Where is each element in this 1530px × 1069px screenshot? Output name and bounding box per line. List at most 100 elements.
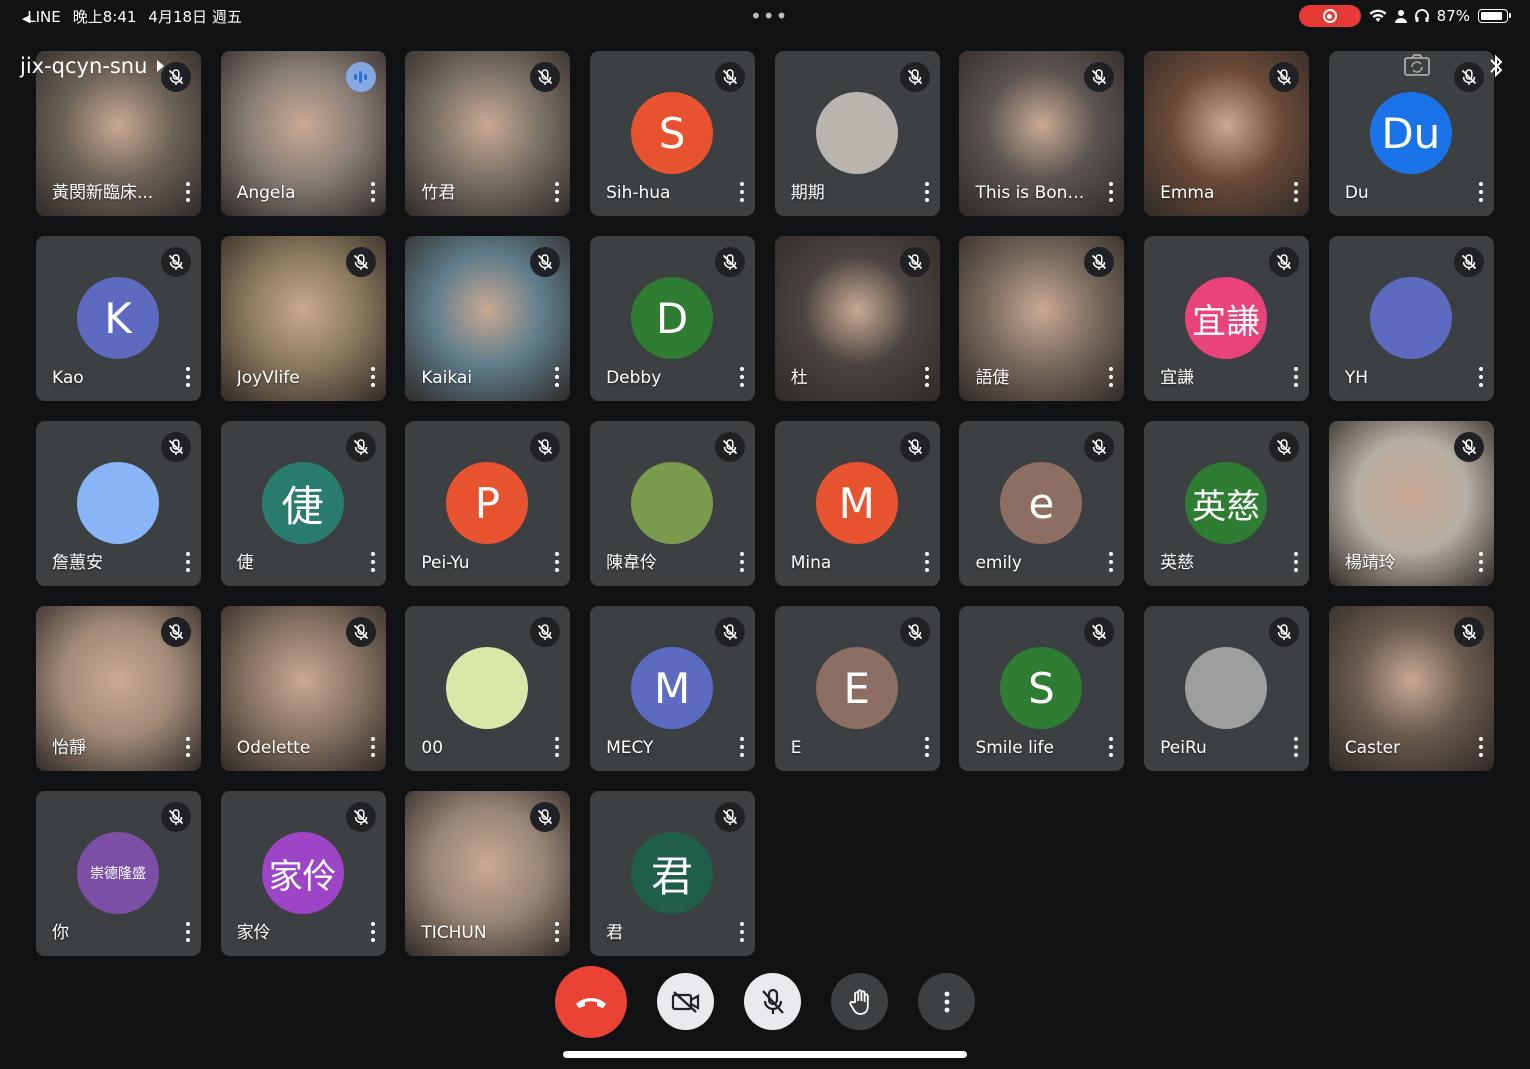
participant-tile[interactable]: 陳韋伶 (590, 421, 756, 586)
participant-tile[interactable]: 00 (405, 606, 571, 771)
participant-options-icon[interactable] (370, 922, 376, 942)
participant-tile[interactable]: 怡靜 (36, 606, 201, 771)
participant-options-icon[interactable] (1293, 367, 1299, 387)
participant-tile[interactable]: M MECY (590, 606, 756, 771)
participant-tile[interactable]: P Pei-Yu (405, 421, 571, 586)
participant-options-icon[interactable] (1478, 182, 1484, 202)
participant-tile[interactable]: TICHUN (405, 791, 571, 956)
participant-tile[interactable]: YH (1328, 236, 1494, 401)
participant-name: YH (1344, 368, 1368, 388)
participant-options-icon[interactable] (739, 737, 745, 757)
participant-options-icon[interactable] (1108, 182, 1114, 202)
participant-options-icon[interactable] (1293, 737, 1299, 757)
mic-off-icon (353, 624, 368, 640)
participant-name: MECY (606, 738, 654, 758)
participant-tile[interactable]: S Smile life (959, 606, 1125, 771)
participant-options-icon[interactable] (554, 367, 560, 387)
participant-options-icon[interactable] (370, 367, 376, 387)
participant-tile[interactable]: e emily (959, 421, 1125, 586)
participant-options-icon[interactable] (924, 367, 930, 387)
participant-name: Smile life (975, 738, 1054, 758)
participant-tile[interactable]: Caster (1328, 606, 1494, 771)
participant-options-icon[interactable] (554, 737, 560, 757)
participant-options-icon[interactable] (1108, 737, 1114, 757)
participant-options-icon[interactable] (739, 922, 745, 942)
participant-avatar: E (815, 647, 898, 729)
participant-options-icon[interactable] (1293, 182, 1299, 202)
participant-options-icon[interactable] (554, 182, 560, 202)
participant-tile[interactable]: 宜謙 宜謙 (1144, 236, 1310, 401)
participant-tile[interactable]: 君君 (590, 791, 756, 956)
muted-badge (715, 617, 746, 647)
participant-options-icon[interactable] (1478, 737, 1484, 757)
bluetooth-icon[interactable] (1488, 54, 1504, 78)
participant-tile[interactable]: 詹蕙安 (36, 421, 201, 586)
participant-options-icon[interactable] (924, 737, 930, 757)
participant-options-icon[interactable] (185, 737, 191, 757)
participant-options-icon[interactable] (924, 552, 930, 572)
participant-options-icon[interactable] (1478, 367, 1484, 387)
status-bar-right: 87% (1298, 5, 1511, 27)
mic-off-icon (168, 69, 184, 85)
muted-badge (345, 247, 376, 277)
participant-options-icon[interactable] (739, 367, 745, 387)
participant-tile[interactable]: K Kao (36, 236, 201, 401)
more-options-button[interactable] (918, 973, 975, 1030)
participant-avatar: K (77, 277, 159, 359)
participant-tile[interactable]: 語倢 (959, 236, 1125, 401)
muted-badge (161, 432, 191, 462)
participant-tile[interactable]: JoyVlife (220, 236, 386, 401)
participant-options-icon[interactable] (554, 922, 560, 942)
clock-date: 4月18日 週五 (148, 8, 242, 26)
participant-tile[interactable]: 期期 (774, 51, 940, 216)
participant-tile[interactable]: D Debby (590, 236, 756, 401)
participant-tile[interactable]: PeiRu (1144, 606, 1310, 771)
participant-tile[interactable]: This is Bonner (959, 51, 1125, 216)
participant-options-icon[interactable] (185, 182, 191, 202)
participant-tile[interactable]: M Mina (774, 421, 940, 586)
participant-tile[interactable]: 倢倢 (220, 421, 386, 586)
participant-tile[interactable]: Kaikai (405, 236, 571, 401)
participant-tile[interactable]: 楊靖玲 (1328, 421, 1494, 586)
back-to-app[interactable]: ◀ LINE (22, 8, 61, 26)
participant-options-icon[interactable] (1108, 552, 1114, 572)
participant-tile[interactable]: EE (774, 606, 940, 771)
mic-off-icon (907, 254, 922, 270)
camera-toggle-button[interactable] (657, 973, 714, 1030)
microphone-toggle-button[interactable] (744, 973, 801, 1030)
switch-camera-icon[interactable] (1404, 54, 1430, 76)
mic-off-icon (1277, 439, 1292, 455)
multitask-dots-icon[interactable]: ••• (750, 4, 788, 28)
meeting-code-button[interactable]: jix-qcyn-snu (20, 54, 165, 78)
participant-options-icon[interactable] (370, 552, 376, 572)
participant-tile[interactable]: 英慈 英慈 (1144, 421, 1310, 586)
participant-tile[interactable]: 家伶 家伶 (220, 791, 386, 956)
participant-tile[interactable]: Emma (1144, 51, 1310, 216)
participant-name: Du (1344, 183, 1369, 203)
participant-options-icon[interactable] (1108, 367, 1114, 387)
participant-options-icon[interactable] (554, 552, 560, 572)
home-indicator[interactable] (563, 1051, 967, 1058)
participant-tile[interactable]: 崇德隆盛你 (36, 791, 201, 956)
participant-tile[interactable]: Angela (220, 51, 386, 216)
muted-badge (1453, 247, 1484, 277)
participant-options-icon[interactable] (1293, 552, 1299, 572)
participant-avatar: Du (1369, 92, 1452, 174)
participant-tile[interactable]: S Sih-hua (590, 51, 756, 216)
participant-options-icon[interactable] (924, 182, 930, 202)
participant-tile[interactable]: 竹君 (405, 51, 571, 216)
participant-options-icon[interactable] (739, 552, 745, 572)
participant-options-icon[interactable] (185, 367, 191, 387)
participant-options-icon[interactable] (185, 922, 191, 942)
raise-hand-button[interactable] (831, 973, 888, 1030)
participant-tile[interactable]: 杜 (774, 236, 940, 401)
participant-tile[interactable]: Odelette (220, 606, 386, 771)
participant-options-icon[interactable] (370, 182, 376, 202)
muted-badge (1269, 247, 1300, 277)
end-call-button[interactable] (555, 966, 627, 1038)
participant-options-icon[interactable] (185, 552, 191, 572)
participant-options-icon[interactable] (739, 182, 745, 202)
participant-options-icon[interactable] (1478, 552, 1484, 572)
participant-options-icon[interactable] (370, 737, 376, 757)
screen-recording-indicator[interactable] (1298, 5, 1361, 27)
